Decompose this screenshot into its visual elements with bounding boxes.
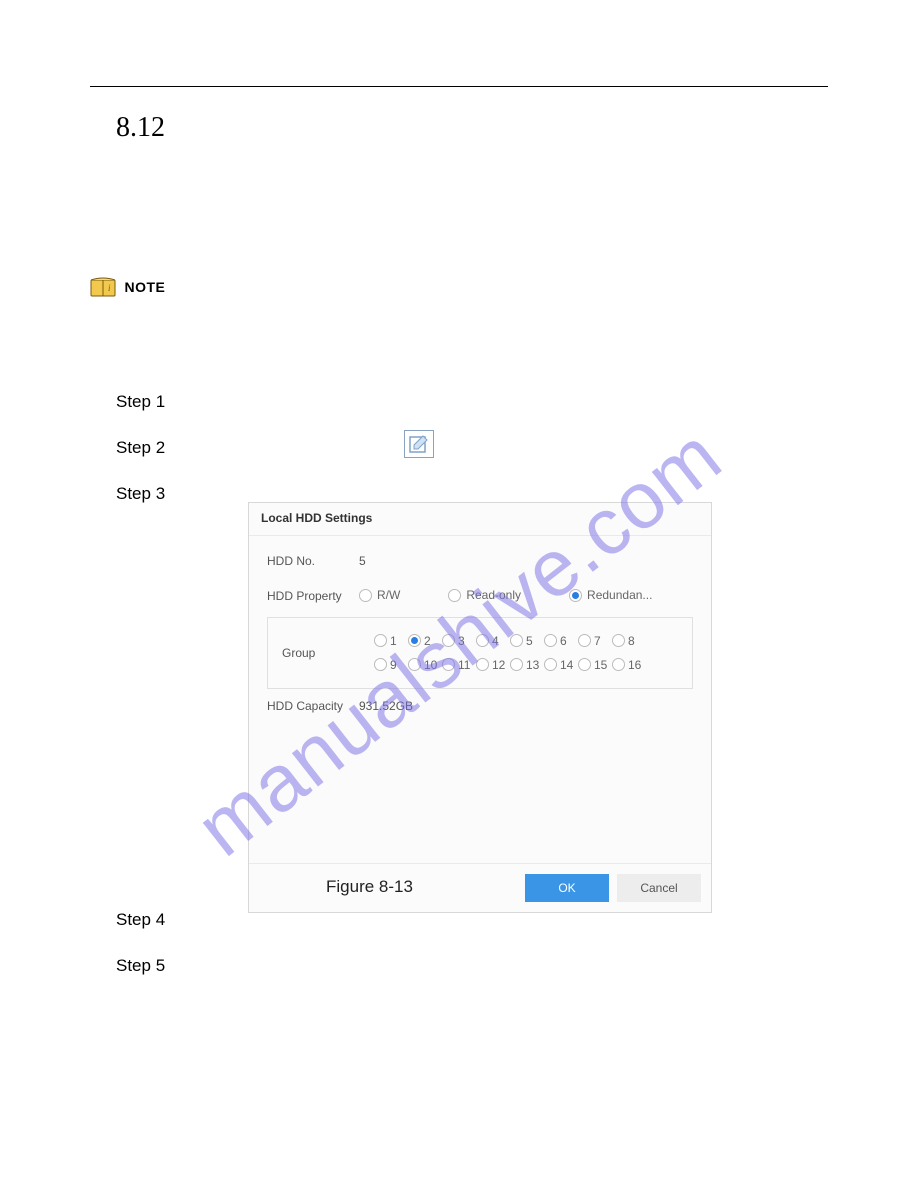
edit-icon bbox=[404, 430, 434, 458]
radio-label: 1 bbox=[390, 634, 397, 648]
hdd-capacity-row: HDD Capacity 931.52GB bbox=[267, 689, 693, 723]
hdd-property-row: HDD Property R/W Read-only Redundan... bbox=[267, 578, 693, 615]
radio-icon bbox=[612, 634, 625, 647]
figure-caption: Figure 8-13 bbox=[326, 877, 413, 897]
document-page: 8.12 i NOTE Step 1 Step 2 Step 3 Local H… bbox=[0, 0, 918, 1188]
radio-label: 15 bbox=[594, 658, 607, 672]
steps-list-upper: Step 1 Step 2 Step 3 bbox=[116, 392, 165, 530]
radio-label: 13 bbox=[526, 658, 539, 672]
group-radio[interactable]: 14 bbox=[544, 658, 578, 672]
dialog-footer: OK Cancel bbox=[249, 863, 711, 912]
group-radio[interactable]: 3 bbox=[442, 634, 476, 648]
hdd-capacity-label: HDD Capacity bbox=[267, 699, 359, 713]
group-radio[interactable]: 15 bbox=[578, 658, 612, 672]
radio-label: 3 bbox=[458, 634, 465, 648]
radio-label: Read-only bbox=[466, 588, 521, 602]
steps-list-lower: Step 4 Step 5 bbox=[116, 910, 165, 1002]
radio-icon bbox=[569, 589, 582, 602]
radio-icon bbox=[448, 589, 461, 602]
radio-label: 12 bbox=[492, 658, 505, 672]
group-radio[interactable]: 8 bbox=[612, 634, 646, 648]
radio-label: 2 bbox=[424, 634, 431, 648]
radio-icon bbox=[442, 634, 455, 647]
radio-label: 11 bbox=[458, 658, 470, 672]
radio-label: 14 bbox=[560, 658, 573, 672]
radio-label: 6 bbox=[560, 634, 567, 648]
radio-icon bbox=[612, 658, 625, 671]
hdd-no-label: HDD No. bbox=[267, 554, 359, 568]
radio-label: 5 bbox=[526, 634, 533, 648]
radio-label: 4 bbox=[492, 634, 499, 648]
group-radio[interactable]: 10 bbox=[408, 658, 442, 672]
group-radio[interactable]: 2 bbox=[408, 634, 442, 648]
note-callout: i NOTE bbox=[90, 276, 165, 298]
radio-icon bbox=[374, 658, 387, 671]
step-item: Step 5 bbox=[116, 956, 165, 976]
radio-icon bbox=[510, 634, 523, 647]
step-item: Step 2 bbox=[116, 438, 165, 458]
radio-label: 16 bbox=[628, 658, 641, 672]
hdd-capacity-value: 931.52GB bbox=[359, 699, 413, 713]
group-radio[interactable]: 7 bbox=[578, 634, 612, 648]
note-label: NOTE bbox=[124, 279, 165, 295]
radio-icon bbox=[408, 634, 421, 647]
hdd-property-radio[interactable]: Redundan... bbox=[569, 588, 652, 602]
note-icon: i bbox=[90, 276, 118, 298]
radio-label: R/W bbox=[377, 588, 400, 602]
hdd-property-label: HDD Property bbox=[267, 589, 359, 603]
group-radio[interactable]: 16 bbox=[612, 658, 646, 672]
radio-icon bbox=[374, 634, 387, 647]
radio-icon bbox=[510, 658, 523, 671]
group-panel: Group 12345678910111213141516 bbox=[267, 617, 693, 689]
local-hdd-settings-dialog: Local HDD Settings HDD No. 5 HDD Propert… bbox=[248, 502, 712, 913]
dialog-title: Local HDD Settings bbox=[249, 503, 711, 536]
group-label: Group bbox=[282, 646, 374, 660]
cancel-button[interactable]: Cancel bbox=[617, 874, 701, 902]
group-radio[interactable]: 11 bbox=[442, 658, 476, 672]
group-radio[interactable]: 5 bbox=[510, 634, 544, 648]
radio-icon bbox=[476, 634, 489, 647]
group-radio[interactable]: 1 bbox=[374, 634, 408, 648]
radio-label: 8 bbox=[628, 634, 635, 648]
radio-icon bbox=[578, 658, 591, 671]
group-radio[interactable]: 4 bbox=[476, 634, 510, 648]
step-item: Step 4 bbox=[116, 910, 165, 930]
group-row: Group 12345678910111213141516 bbox=[282, 628, 678, 678]
radio-icon bbox=[359, 589, 372, 602]
hdd-no-value: 5 bbox=[359, 554, 366, 568]
group-options: 12345678910111213141516 bbox=[374, 634, 646, 672]
radio-label: 10 bbox=[424, 658, 437, 672]
group-radio[interactable]: 9 bbox=[374, 658, 408, 672]
radio-icon bbox=[476, 658, 489, 671]
section-number: 8.12 bbox=[116, 112, 165, 144]
step-item: Step 1 bbox=[116, 392, 165, 412]
group-radio[interactable]: 13 bbox=[510, 658, 544, 672]
radio-icon bbox=[544, 634, 557, 647]
radio-icon bbox=[408, 658, 421, 671]
radio-icon bbox=[442, 658, 455, 671]
hdd-property-radio[interactable]: Read-only bbox=[448, 588, 521, 602]
radio-icon bbox=[578, 634, 591, 647]
radio-label: Redundan... bbox=[587, 588, 652, 602]
dialog-body: HDD No. 5 HDD Property R/W Read-only Redun… bbox=[249, 536, 711, 863]
group-radio[interactable]: 12 bbox=[476, 658, 510, 672]
radio-icon bbox=[544, 658, 557, 671]
ok-button[interactable]: OK bbox=[525, 874, 609, 902]
horizontal-rule bbox=[90, 86, 828, 87]
radio-label: 7 bbox=[594, 634, 601, 648]
group-radio[interactable]: 6 bbox=[544, 634, 578, 648]
hdd-no-row: HDD No. 5 bbox=[267, 544, 693, 578]
hdd-property-radio[interactable]: R/W bbox=[359, 588, 400, 602]
radio-label: 9 bbox=[390, 658, 397, 672]
hdd-property-options: R/W Read-only Redundan... bbox=[359, 588, 652, 605]
step-item: Step 3 bbox=[116, 484, 165, 504]
